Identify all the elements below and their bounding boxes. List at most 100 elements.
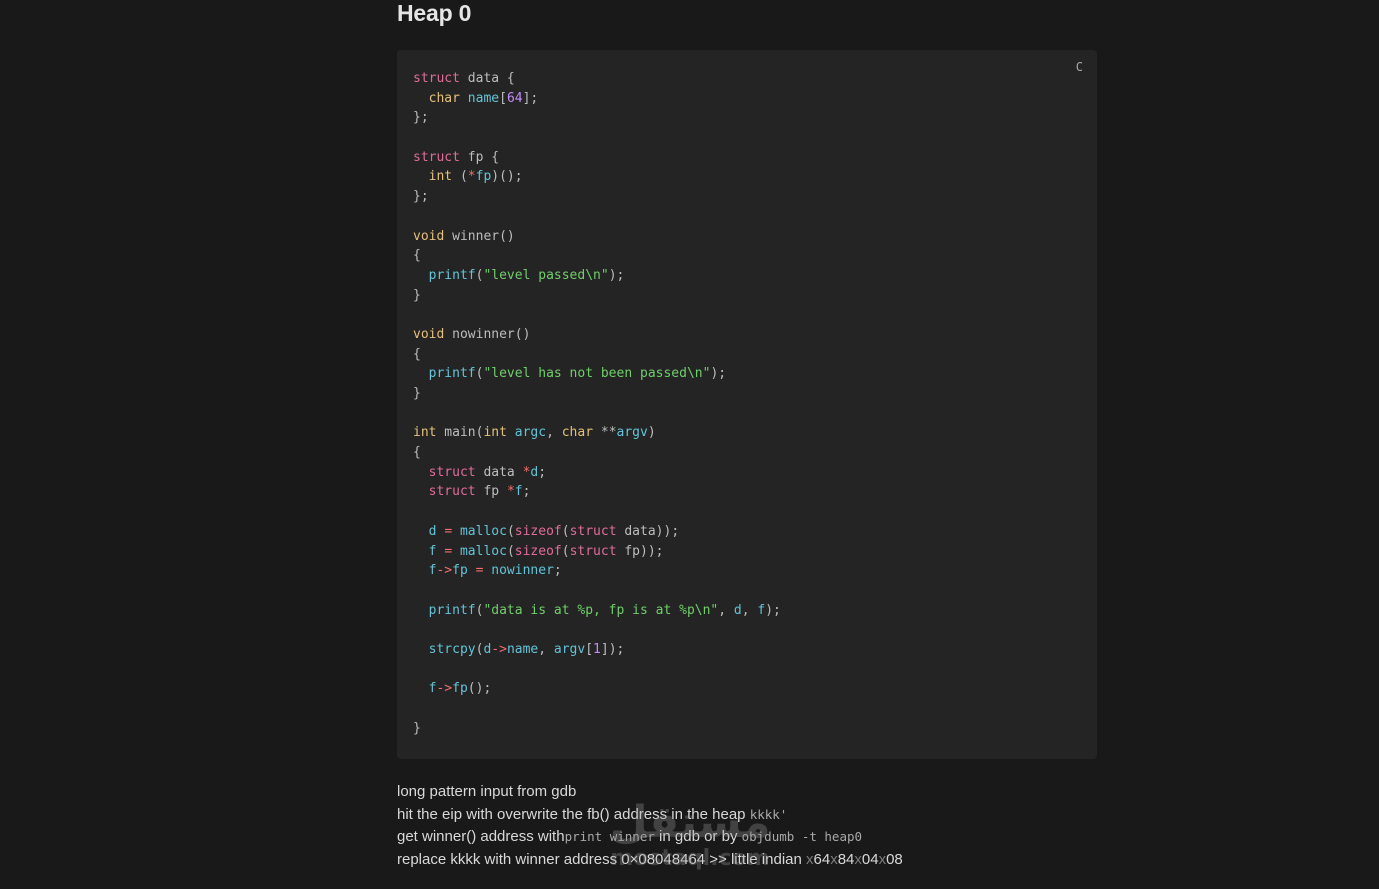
code-token: * <box>467 169 476 185</box>
code-token: struct <box>413 149 460 165</box>
code-token: name <box>467 90 500 106</box>
code-line: f = malloc(sizeof(struct fp)); <box>413 544 664 559</box>
byte-value: 64 <box>813 850 831 868</box>
code-token: "level has not been passed\n" <box>483 366 711 382</box>
code-token: struct <box>413 71 460 86</box>
code-token: ); <box>608 267 625 283</box>
code-token: f <box>514 484 523 500</box>
code-token: struct <box>428 484 476 500</box>
code-token: 64 <box>506 90 523 106</box>
code-token: * <box>506 484 515 500</box>
code-token: -> <box>436 681 453 697</box>
code-token: printf <box>428 267 476 283</box>
code-token: ** <box>593 425 617 441</box>
code-line: struct fp { <box>413 150 499 165</box>
notes-text: long pattern input from gdb hit the eip … <box>397 781 1097 871</box>
code-token: int <box>413 425 437 441</box>
byte-value: 04 <box>861 850 879 868</box>
page: Heap 0 C struct data { char name[64]; };… <box>0 0 1379 889</box>
code-token: fp { <box>459 149 500 165</box>
code-token: nowinner <box>491 563 554 579</box>
code-line: char name[64]; <box>413 90 539 106</box>
code-token: sizeof <box>514 543 562 559</box>
main-content: Heap 0 C struct data { char name[64]; };… <box>397 0 1097 868</box>
code-token: ]; <box>522 90 539 106</box>
code-token: )(); <box>491 169 523 185</box>
copy-code-button[interactable]: C <box>1076 60 1083 74</box>
code-token: ]); <box>600 641 625 657</box>
code-token: [ <box>499 90 507 106</box>
code-token: ( <box>561 543 570 559</box>
code-line: printf("level passed\n"); <box>413 267 625 283</box>
code-token: argc <box>514 425 547 441</box>
code-token: }; <box>413 110 429 126</box>
code-token: argv <box>553 641 586 657</box>
code-token: fp <box>452 681 468 697</box>
code-token: char <box>428 90 460 106</box>
code-token: = <box>444 523 453 539</box>
code-line: }; <box>413 110 429 125</box>
byte-prefix: x <box>854 850 862 868</box>
code-token: ) <box>647 425 656 441</box>
code-line: { <box>413 445 421 460</box>
code-line: { <box>413 347 421 362</box>
byte-prefix: x <box>806 850 814 868</box>
code-line: struct data { <box>413 71 515 86</box>
code-token: , <box>718 602 734 618</box>
code-line: strcpy(d->name, argv[1]); <box>413 641 625 657</box>
code-token: ; <box>538 464 547 480</box>
code-token: strcpy <box>428 641 476 657</box>
code-token: ( <box>452 169 468 185</box>
code-line: }; <box>413 189 429 204</box>
byte-value: 84 <box>837 850 855 868</box>
code-line: { <box>413 248 421 263</box>
code-token: int <box>428 169 453 185</box>
code-line: struct data *d; <box>413 465 546 480</box>
code-token: malloc <box>459 523 507 539</box>
code-token: void <box>413 228 445 244</box>
code-token: data { <box>459 71 515 86</box>
code-token: ( <box>506 543 515 559</box>
code-line: f->fp = nowinner; <box>413 563 562 578</box>
note-line-4: replace kkkk with winner address 0×08048… <box>397 850 903 868</box>
code-token: fp)); <box>616 543 664 559</box>
code-token: malloc <box>459 543 507 559</box>
code-line: void winner() <box>413 229 515 244</box>
code-line: int (*fp)(); <box>413 169 523 184</box>
page-title: Heap 0 <box>397 0 472 26</box>
code-token: { <box>413 445 421 461</box>
code-line: struct fp *f; <box>413 484 531 500</box>
code-token: { <box>413 248 421 264</box>
note-line-2: hit the eip with overwrite the fb() addr… <box>397 805 788 823</box>
inline-code: kkkk' <box>749 806 788 822</box>
code-line: f->fp(); <box>413 681 492 697</box>
code-token: void <box>413 326 445 342</box>
code-token: ; <box>522 484 531 500</box>
code-token: } <box>413 386 421 401</box>
inline-code: print winner <box>564 829 655 845</box>
code-token: data)); <box>616 523 680 539</box>
code-token: sizeof <box>514 523 562 539</box>
code-token: d <box>733 602 742 618</box>
note-line-1: long pattern input from gdb <box>397 783 577 800</box>
code-token: } <box>413 720 421 736</box>
code-listing: struct data { char name[64]; }; struct f… <box>413 69 781 738</box>
byte-value: 08 <box>886 850 903 868</box>
code-token: { <box>413 346 421 362</box>
code-token: argv <box>616 425 648 441</box>
code-token: "level passed\n" <box>483 267 609 283</box>
code-token: fp <box>452 563 468 579</box>
code-token: ( <box>506 523 515 539</box>
